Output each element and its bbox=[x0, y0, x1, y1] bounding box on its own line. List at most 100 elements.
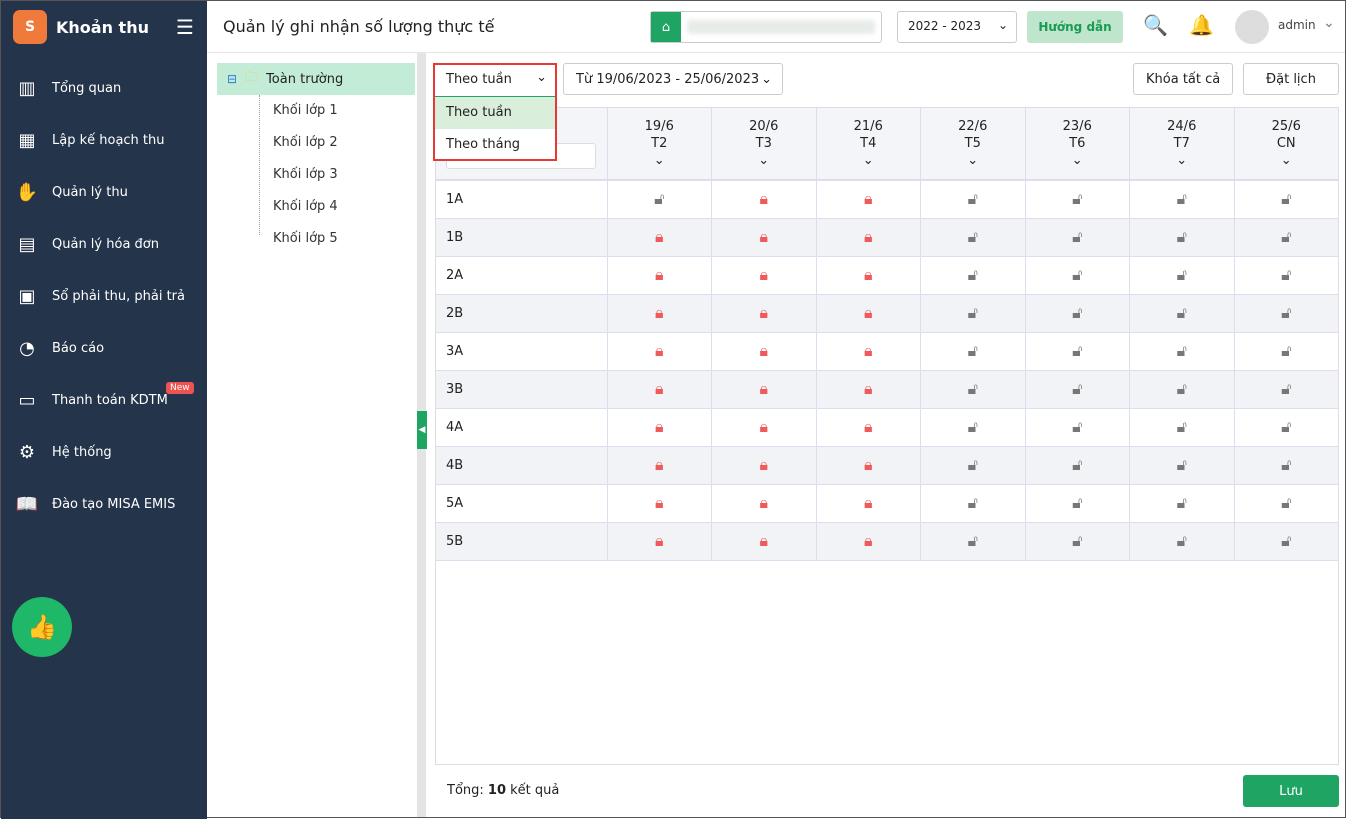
lock-cell[interactable]: 🔒︎ bbox=[711, 256, 817, 295]
lock-open-icon[interactable]: 🔓︎ bbox=[1072, 341, 1082, 360]
lock-open-icon[interactable]: 🔓︎ bbox=[968, 227, 978, 246]
lock-cell[interactable]: 🔓︎ bbox=[1025, 484, 1130, 523]
day-column-header[interactable]: 23/6 T6 ⌄ bbox=[1025, 108, 1130, 181]
sidebar-item[interactable]: ⚙ Hệ thống bbox=[1, 426, 207, 478]
lock-open-icon[interactable]: 🔓︎ bbox=[1281, 455, 1291, 474]
lock-closed-icon[interactable]: 🔒︎ bbox=[864, 303, 873, 322]
lock-open-icon[interactable]: 🔓︎ bbox=[1177, 265, 1187, 284]
lock-open-icon[interactable]: 🔓︎ bbox=[968, 341, 978, 360]
lock-open-icon[interactable]: 🔓︎ bbox=[1177, 341, 1187, 360]
lock-cell[interactable]: 🔓︎ bbox=[1025, 522, 1130, 561]
lock-cell[interactable]: 🔓︎ bbox=[1025, 408, 1130, 447]
tree-item[interactable]: Khối lớp 2 bbox=[273, 135, 338, 150]
lock-cell[interactable]: 🔓︎ bbox=[607, 180, 712, 219]
save-button[interactable]: Lưu bbox=[1243, 775, 1339, 807]
lock-open-icon[interactable]: 🔓︎ bbox=[1177, 227, 1187, 246]
day-column-header[interactable]: 22/6 T5 ⌄ bbox=[920, 108, 1026, 181]
search-chart-icon[interactable]: 🔍 bbox=[1143, 13, 1168, 37]
lock-open-icon[interactable]: 🔓︎ bbox=[1072, 531, 1082, 550]
lock-open-icon[interactable]: 🔓︎ bbox=[1177, 531, 1187, 550]
lock-cell[interactable]: 🔒︎ bbox=[816, 180, 921, 219]
lock-cell[interactable]: 🔓︎ bbox=[1234, 180, 1339, 219]
lock-open-icon[interactable]: 🔓︎ bbox=[1281, 493, 1291, 512]
chevron-down-icon[interactable]: ⌄ bbox=[1130, 152, 1234, 169]
chevron-down-icon[interactable]: ⌄ bbox=[921, 152, 1025, 169]
lock-cell[interactable]: 🔒︎ bbox=[816, 408, 921, 447]
lock-cell[interactable]: 🔓︎ bbox=[1025, 256, 1130, 295]
tree-item[interactable]: Khối lớp 1 bbox=[273, 103, 338, 118]
lock-cell[interactable]: 🔒︎ bbox=[607, 522, 712, 561]
sidebar-item[interactable]: ▥ Tổng quan bbox=[1, 62, 207, 114]
lock-open-icon[interactable]: 🔓︎ bbox=[1177, 417, 1187, 436]
bell-icon[interactable]: 🔔 bbox=[1189, 13, 1214, 37]
lock-cell[interactable]: 🔒︎ bbox=[711, 408, 817, 447]
splitter[interactable]: ◀ bbox=[417, 53, 427, 817]
tree-item[interactable]: Khối lớp 4 bbox=[273, 199, 338, 214]
lock-closed-icon[interactable]: 🔒︎ bbox=[759, 379, 768, 398]
lock-closed-icon[interactable]: 🔒︎ bbox=[759, 303, 768, 322]
lock-cell[interactable]: 🔓︎ bbox=[1025, 370, 1130, 409]
lock-cell[interactable]: 🔒︎ bbox=[711, 522, 817, 561]
option-month[interactable]: Theo tháng bbox=[435, 129, 555, 161]
lock-closed-icon[interactable]: 🔒︎ bbox=[759, 265, 768, 284]
lock-cell[interactable]: 🔓︎ bbox=[920, 446, 1026, 485]
lock-cell[interactable]: 🔒︎ bbox=[816, 218, 921, 257]
lock-open-icon[interactable]: 🔓︎ bbox=[968, 417, 978, 436]
lock-cell[interactable]: 🔒︎ bbox=[816, 522, 921, 561]
collapse-icon[interactable]: ⊟ bbox=[227, 72, 237, 86]
lock-closed-icon[interactable]: 🔒︎ bbox=[759, 417, 768, 436]
chevron-down-icon[interactable]: ⌄ bbox=[1235, 152, 1339, 169]
lock-open-icon[interactable]: 🔓︎ bbox=[1072, 227, 1082, 246]
lock-all-button[interactable]: Khóa tất cả bbox=[1133, 63, 1234, 95]
lock-closed-icon[interactable]: 🔒︎ bbox=[655, 303, 664, 322]
school-selector[interactable]: ⌂ bbox=[650, 11, 882, 43]
lock-cell[interactable]: 🔒︎ bbox=[816, 256, 921, 295]
lock-cell[interactable]: 🔓︎ bbox=[1025, 446, 1130, 485]
lock-cell[interactable]: 🔓︎ bbox=[1234, 522, 1339, 561]
sidebar-item[interactable]: 📖 Đào tạo MISA EMIS bbox=[1, 478, 207, 530]
lock-cell[interactable]: 🔒︎ bbox=[816, 446, 921, 485]
lock-cell[interactable]: 🔓︎ bbox=[920, 218, 1026, 257]
lock-cell[interactable]: 🔒︎ bbox=[607, 218, 712, 257]
lock-cell[interactable]: 🔓︎ bbox=[920, 180, 1026, 219]
lock-cell[interactable]: 🔒︎ bbox=[607, 408, 712, 447]
lock-open-icon[interactable]: 🔓︎ bbox=[1177, 455, 1187, 474]
lock-cell[interactable]: 🔓︎ bbox=[920, 522, 1026, 561]
lock-closed-icon[interactable]: 🔒︎ bbox=[864, 265, 873, 284]
lock-closed-icon[interactable]: 🔒︎ bbox=[655, 265, 664, 284]
sidebar-item[interactable]: ✋ Quản lý thu bbox=[1, 166, 207, 218]
lock-closed-icon[interactable]: 🔒︎ bbox=[759, 493, 768, 512]
lock-closed-icon[interactable]: 🔒︎ bbox=[864, 341, 873, 360]
lock-open-icon[interactable]: 🔓︎ bbox=[1281, 189, 1291, 208]
lock-cell[interactable]: 🔓︎ bbox=[1234, 256, 1339, 295]
lock-closed-icon[interactable]: 🔒︎ bbox=[759, 341, 768, 360]
school-year-select[interactable]: 2022 - 2023 ⌄ bbox=[897, 11, 1017, 43]
lock-cell[interactable]: 🔓︎ bbox=[1025, 218, 1130, 257]
sidebar-item[interactable]: ▣ Sổ phải thu, phải trả bbox=[1, 270, 207, 322]
lock-closed-icon[interactable]: 🔒︎ bbox=[655, 531, 664, 550]
lock-cell[interactable]: 🔓︎ bbox=[1025, 294, 1130, 333]
lock-open-icon[interactable]: 🔓︎ bbox=[968, 531, 978, 550]
lock-open-icon[interactable]: 🔓︎ bbox=[1072, 303, 1082, 322]
lock-closed-icon[interactable]: 🔒︎ bbox=[864, 379, 873, 398]
lock-cell[interactable]: 🔒︎ bbox=[816, 332, 921, 371]
chevron-down-icon[interactable]: ⌄ bbox=[608, 152, 712, 169]
date-range-select[interactable]: Từ 19/06/2023 - 25/06/2023 ⌄ bbox=[563, 63, 783, 95]
lock-cell[interactable]: 🔒︎ bbox=[816, 484, 921, 523]
lock-cell[interactable]: 🔓︎ bbox=[1129, 256, 1235, 295]
lock-open-icon[interactable]: 🔓︎ bbox=[654, 189, 664, 208]
day-column-header[interactable]: 25/6 CN ⌄ bbox=[1234, 108, 1339, 181]
hamburger-menu-icon[interactable]: ☰ bbox=[176, 15, 194, 39]
lock-open-icon[interactable]: 🔓︎ bbox=[1281, 227, 1291, 246]
collapse-panel-icon[interactable]: ◀ bbox=[417, 411, 427, 449]
period-dropdown[interactable]: Theo tuần ⌄ Theo tuần Theo tháng bbox=[433, 63, 557, 161]
lock-closed-icon[interactable]: 🔒︎ bbox=[655, 417, 664, 436]
chevron-down-icon[interactable]: ⌄ bbox=[1026, 152, 1130, 169]
period-select[interactable]: Theo tuần ⌄ bbox=[435, 65, 555, 97]
lock-open-icon[interactable]: 🔓︎ bbox=[1072, 493, 1082, 512]
sidebar-item[interactable]: ▭ Thanh toán KDTM New bbox=[1, 374, 207, 426]
lock-cell[interactable]: 🔓︎ bbox=[1129, 294, 1235, 333]
lock-closed-icon[interactable]: 🔒︎ bbox=[655, 455, 664, 474]
lock-closed-icon[interactable]: 🔒︎ bbox=[655, 227, 664, 246]
lock-closed-icon[interactable]: 🔒︎ bbox=[655, 493, 664, 512]
